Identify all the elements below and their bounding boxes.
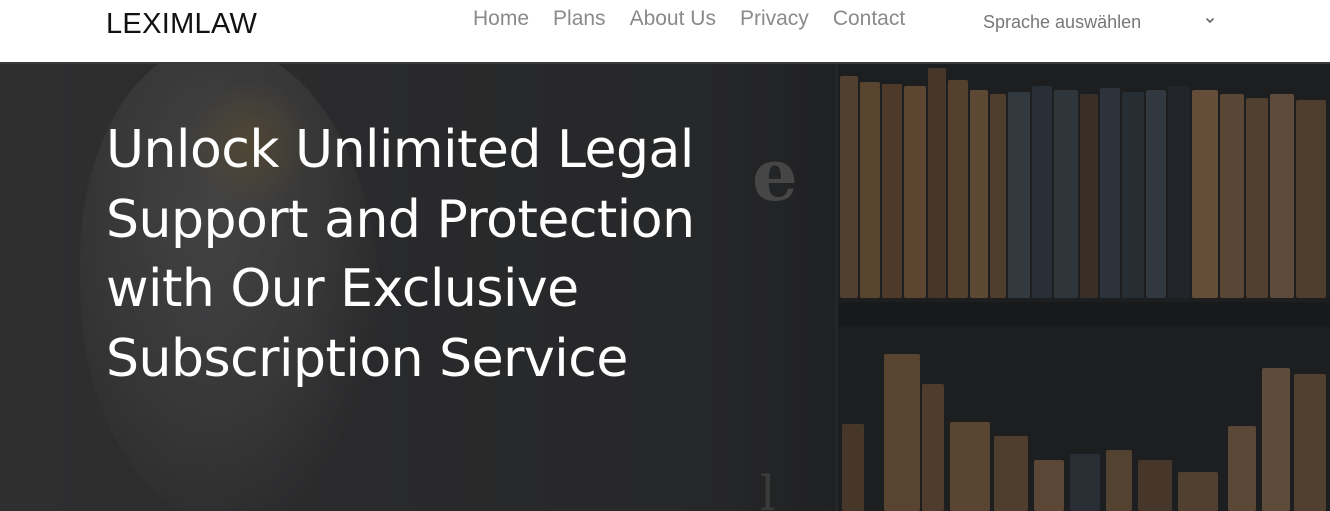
nav-contact-link[interactable]: Contact <box>833 7 905 31</box>
site-header: LEXIMLAW Home Plans About Us Privacy Con… <box>0 0 1330 64</box>
language-select-value: Sprache auswählen <box>983 11 1142 32</box>
hero-headline: Unlock Unlimited Legal Support and Prote… <box>106 120 695 389</box>
brand-logo[interactable]: LEXIMLAW <box>106 8 257 41</box>
nav-home-link[interactable]: Home <box>473 7 529 31</box>
main-nav: Home Plans About Us Privacy Contact <box>473 7 929 31</box>
language-select[interactable]: Sprache auswählen <box>983 10 1223 34</box>
hero-section: e l Unlock Unlimited Legal Support and P… <box>0 64 1330 511</box>
nav-privacy-link[interactable]: Privacy <box>740 7 809 31</box>
chevron-down-icon <box>1206 18 1214 23</box>
nav-plans-link[interactable]: Plans <box>553 7 606 31</box>
nav-about-us-link[interactable]: About Us <box>630 7 716 31</box>
